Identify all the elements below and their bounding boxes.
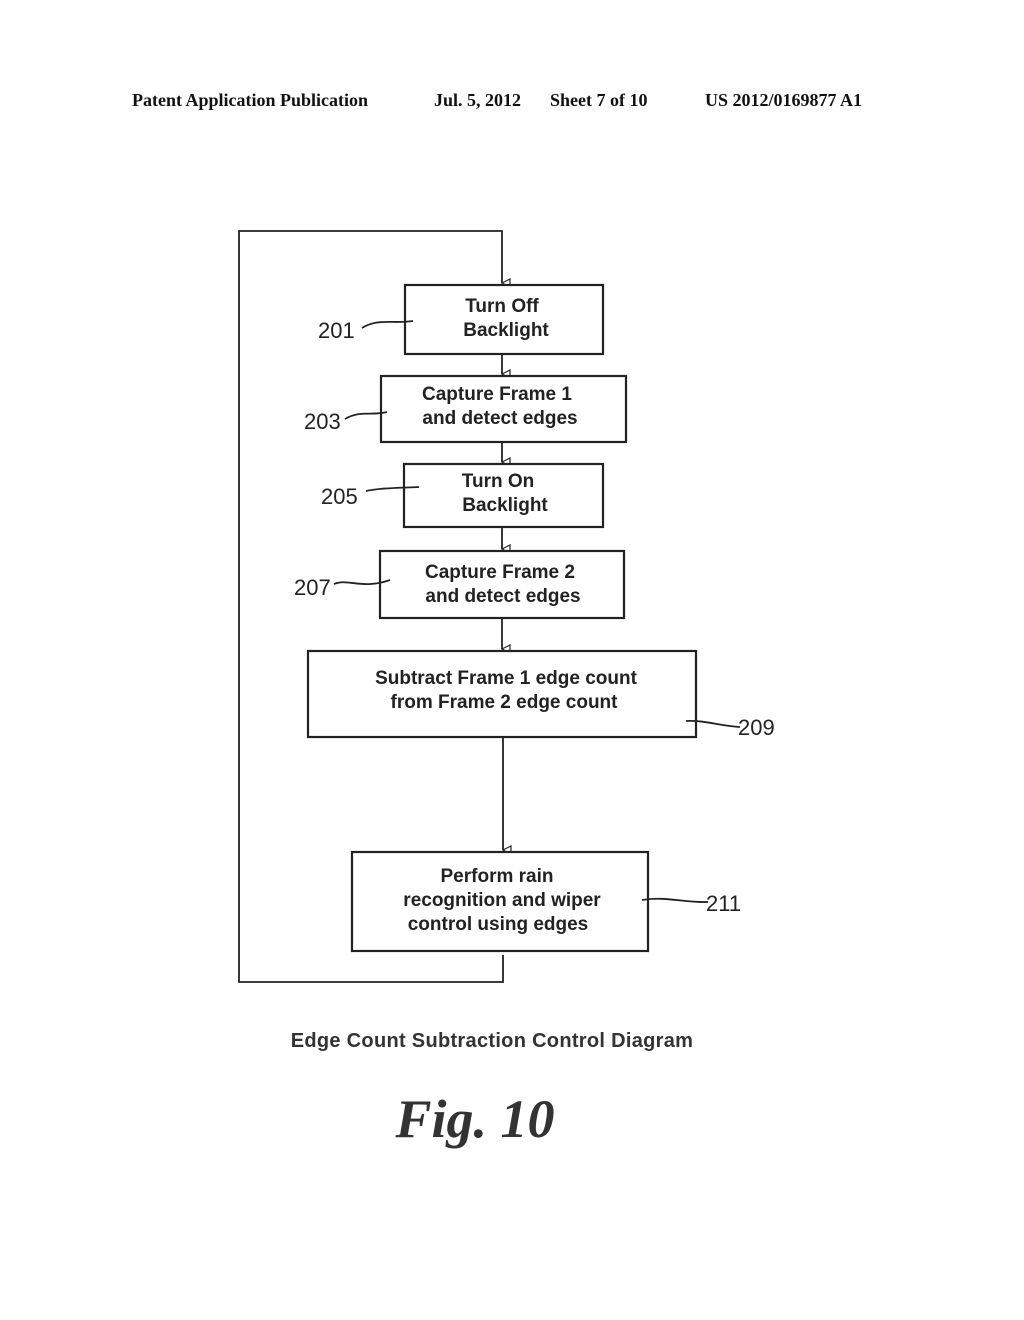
step-209: Subtract Frame 1 edge count from Frame 2… (306, 649, 775, 740)
step-203: Capture Frame 1 and detect edges 203 (304, 374, 628, 444)
step-201-line-2: Backlight (463, 320, 549, 341)
step-203-line-2: and detect edges (422, 408, 577, 429)
step-205: Turn On Backlight 205 (321, 462, 605, 529)
step-211-line-2: recognition and wiper (403, 890, 601, 911)
step-211-line-1: Perform rain (441, 866, 554, 887)
step-201: Turn Off Backlight 201 (318, 283, 605, 356)
step-205-line-1: Turn On (462, 471, 534, 492)
step-201-line-1: Turn Off (465, 296, 539, 317)
step-205-line-2: Backlight (462, 495, 548, 516)
step-211: Perform rain recognition and wiper contr… (350, 850, 741, 953)
step-207-line-1: Capture Frame 2 (425, 562, 575, 583)
step-211-line-3: control using edges (408, 914, 589, 935)
ref-label-201: 201 (318, 318, 355, 343)
leader-211 (641, 897, 709, 903)
ref-label-205: 205 (321, 484, 358, 509)
step-209-line-1: Subtract Frame 1 edge count (375, 668, 638, 689)
step-207-line-2: and detect edges (425, 586, 580, 607)
step-207: Capture Frame 2 and detect edges 207 (294, 549, 626, 620)
ref-label-209: 209 (738, 715, 775, 740)
ref-label-211: 211 (706, 891, 741, 916)
ref-label-207: 207 (294, 575, 331, 600)
figure-label: Fig. 10 (395, 1089, 555, 1149)
step-209-line-2: from Frame 2 edge count (391, 692, 619, 713)
diagram-caption: Edge Count Subtraction Control Diagram (290, 1030, 694, 1052)
step-203-line-1: Capture Frame 1 (422, 384, 572, 405)
ref-label-203: 203 (304, 409, 341, 434)
